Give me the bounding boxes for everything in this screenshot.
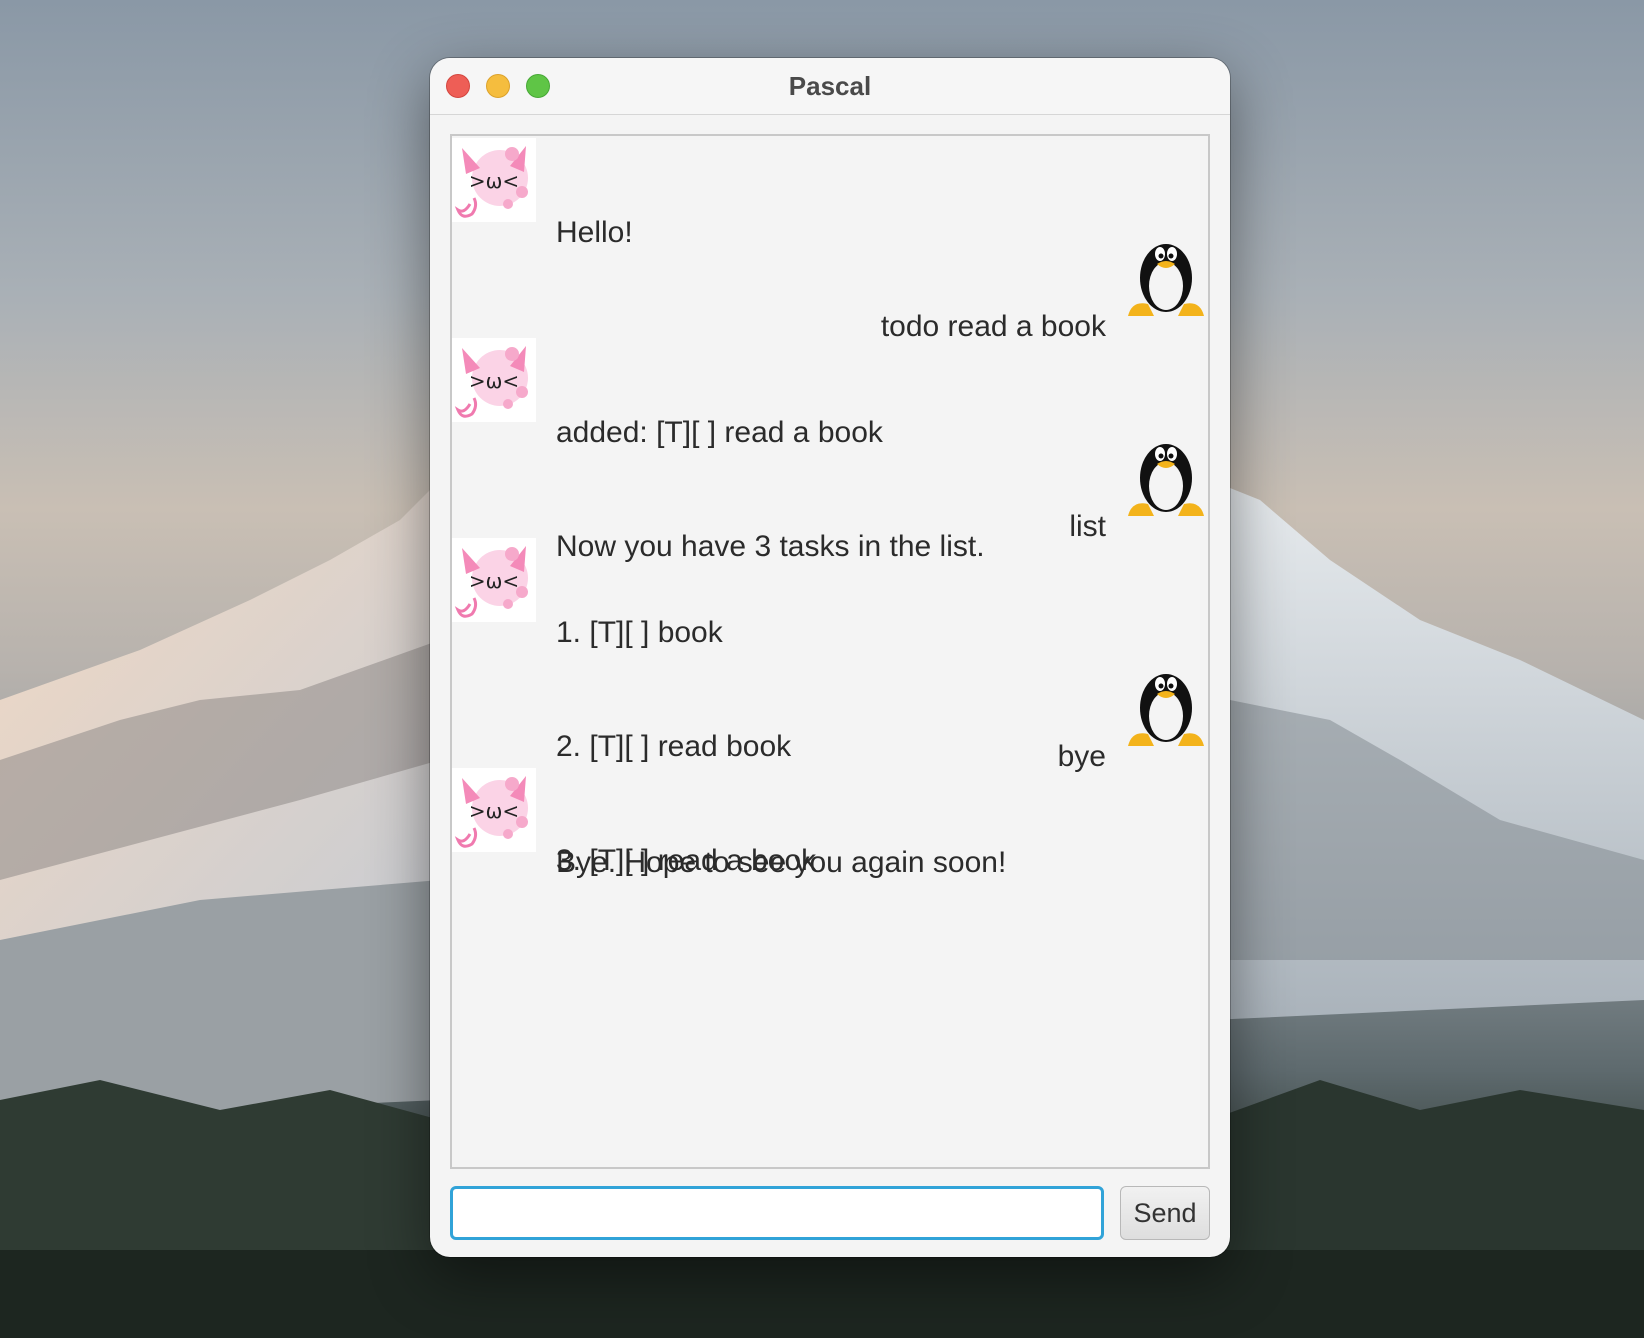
input-row: Send [450, 1186, 1210, 1240]
svg-text:>ω<: >ω< [469, 369, 519, 393]
message-line: list [1069, 510, 1106, 543]
pink-cat-face-icon: >ω< [452, 538, 536, 622]
app-window: Pascal >ω< Hello! todo read a book >ω< a… [430, 58, 1230, 1257]
message-line: added: [T][ ] read a book [556, 416, 883, 449]
message-line: 2. [T][ ] read book [556, 730, 792, 763]
tux-penguin-icon [1124, 432, 1208, 516]
tux-penguin-icon [1124, 232, 1208, 316]
message-line: Bye. Hope to see you again soon! [556, 846, 1007, 879]
duke-message-text: Bye. Hope to see you again soon! [556, 768, 1006, 958]
send-button[interactable]: Send [1120, 1186, 1210, 1240]
duke-message-text: Hello! [556, 138, 633, 328]
svg-text:>ω<: >ω< [469, 569, 519, 593]
svg-text:>ω<: >ω< [469, 169, 519, 193]
message-line: bye [1057, 740, 1106, 773]
pink-cat-face-icon: >ω< [452, 138, 536, 222]
message-input[interactable] [450, 1186, 1104, 1240]
tux-penguin-icon [1124, 662, 1208, 746]
title-bar[interactable]: Pascal [430, 58, 1230, 115]
pink-cat-face-icon: >ω< [452, 768, 536, 852]
message-line: 1. [T][ ] book [556, 616, 723, 649]
user-message-text: bye [1039, 662, 1106, 852]
svg-text:>ω<: >ω< [469, 799, 519, 823]
message-line: Hello! [556, 216, 633, 249]
user-message-text: list [1039, 432, 1106, 622]
pink-cat-face-icon: >ω< [452, 338, 536, 422]
window-title: Pascal [788, 71, 872, 101]
chat-scroll-pane[interactable]: >ω< Hello! todo read a book >ω< added: [… [450, 134, 1210, 1169]
